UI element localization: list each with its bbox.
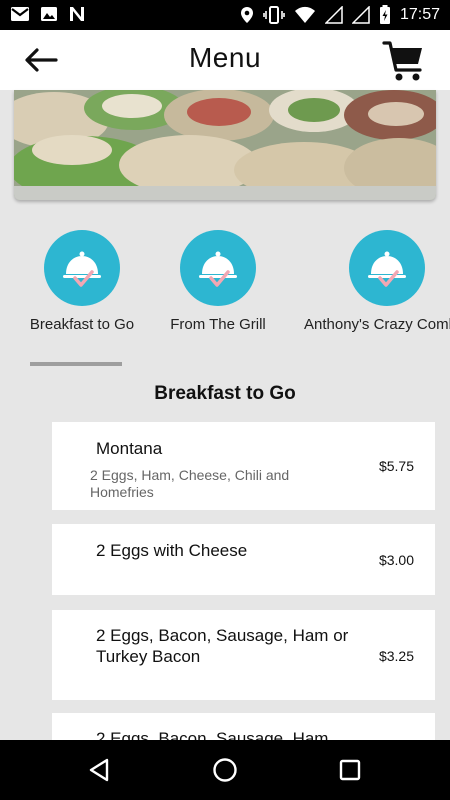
item-description: 2 Eggs, Ham, Cheese, Chili and Homefries	[90, 467, 290, 500]
nav-home-button[interactable]	[210, 755, 240, 785]
item-price: $3.00	[378, 552, 414, 568]
menu-item[interactable]: 2 Eggs, Bacon, Sausage, Ham or Turkey Ba…	[52, 610, 435, 700]
shopping-cart-icon	[382, 41, 422, 81]
recents-square-icon	[339, 759, 361, 781]
status-bar: 17:57	[0, 0, 450, 30]
item-price: $5.75	[378, 458, 414, 474]
section-title: Breakfast to Go	[154, 383, 296, 404]
nav-recents-button[interactable]	[335, 755, 365, 785]
nav-back-button[interactable]	[85, 755, 115, 785]
signal-icon	[324, 6, 343, 24]
item-name: 2 Eggs with Cheese	[96, 541, 248, 560]
item-price: $3.25	[378, 648, 414, 664]
tab-indicator	[30, 362, 122, 366]
food-cloche-icon	[368, 251, 406, 287]
image-icon	[41, 7, 57, 21]
navigation-bar	[0, 740, 450, 800]
food-cloche-icon	[199, 251, 237, 287]
battery-charging-icon	[379, 5, 390, 24]
status-time: 17:57	[399, 6, 440, 23]
category-from-the-grill[interactable]: From The Grill	[138, 230, 298, 333]
item-name: 2 Eggs, Bacon, Sausage, Ham or Turkey Ba…	[96, 626, 349, 666]
food-cloche-icon	[63, 251, 101, 287]
menu-item[interactable]: 2 Eggs with Cheese $3.00	[52, 524, 435, 595]
category-label: From The Grill	[170, 316, 266, 333]
cart-button[interactable]	[382, 40, 426, 82]
location-icon	[240, 7, 253, 23]
home-circle-icon	[213, 758, 237, 782]
menu-item[interactable]: Montana 2 Eggs, Ham, Cheese, Chili and H…	[52, 422, 435, 510]
category-label: Anthony's Crazy Comb	[304, 316, 450, 333]
gmail-icon	[11, 7, 29, 21]
wifi-icon	[294, 6, 315, 23]
hero-image	[14, 90, 436, 200]
app-bar: Menu	[0, 30, 450, 90]
category-anthonys-crazy-comb[interactable]: Anthony's Crazy Comb	[304, 230, 450, 333]
item-name: Montana	[96, 439, 163, 458]
n-app-icon	[70, 7, 84, 21]
back-triangle-icon	[89, 758, 109, 782]
vibrate-icon	[263, 6, 285, 24]
signal-icon	[351, 6, 370, 24]
